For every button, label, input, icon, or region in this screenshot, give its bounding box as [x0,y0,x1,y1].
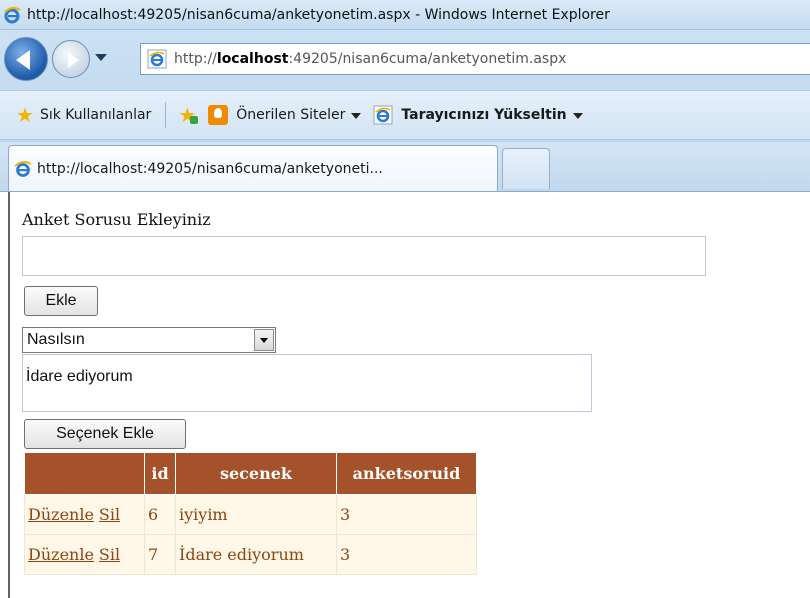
forward-arrow-icon[interactable] [52,40,90,78]
cell-secenek: İdare ediyorum [175,534,337,575]
page-viewport: Anket Sorusu Ekleyiniz Ekle Nasılsın İda… [8,192,810,598]
recent-pages-dropdown-icon[interactable] [95,54,107,61]
cell-secenek: iyiyim [175,494,337,535]
ie-page-icon [147,49,167,69]
favorites-star-icon: ★ [16,103,34,127]
option-input[interactable]: İdare ediyorum [22,354,592,412]
toolbar-divider [165,102,167,128]
cell-anketsoruid: 3 [336,494,477,535]
question-label: Anket Sorusu Ekleyiniz [22,210,211,229]
row-actions: Düzenle Sil [24,534,145,575]
grid-header-row: id secenek anketsoruid [24,452,477,495]
table-row: Düzenle Sil 6 iyiyim 3 [24,494,477,535]
cell-id: 7 [144,534,176,575]
favorites-button[interactable]: ★ Sık Kullanılanlar [0,105,151,125]
grid-header-id: id [144,452,176,495]
ie-page-icon [13,159,33,179]
edit-link[interactable]: Düzenle [28,545,94,564]
delete-link[interactable]: Sil [99,545,120,564]
title-bar: http://localhost:49205/nisan6cuma/ankety… [0,0,810,30]
navigation-bar: http://localhost:49205/nisan6cuma/ankety… [0,32,810,86]
ie-page-icon [373,105,393,125]
grid-header-secenek: secenek [175,452,337,495]
back-arrow-icon[interactable] [4,37,48,81]
options-grid: id secenek anketsoruid Düzenle Sil 6 iyiy… [24,452,477,575]
edit-link[interactable]: Düzenle [28,505,94,524]
question-select[interactable]: Nasılsın [22,327,276,353]
suggested-sites-icon [208,105,229,125]
add-question-button[interactable]: Ekle [24,286,98,316]
tab-bar: http://localhost:49205/nisan6cuma/ankety… [0,142,810,192]
upgrade-browser-link[interactable]: Tarayıcınızı Yükseltin [361,105,583,125]
grid-header-anketsoruid: anketsoruid [336,452,477,495]
browser-chrome: http://localhost:49205/nisan6cuma/ankety… [0,0,810,192]
cell-id: 6 [144,494,176,535]
window-title: http://localhost:49205/nisan6cuma/ankety… [27,6,610,23]
delete-link[interactable]: Sil [99,505,120,524]
tab-anketyonetim[interactable]: http://localhost:49205/nisan6cuma/ankety… [8,145,498,191]
chevron-down-icon [351,113,362,119]
add-option-button[interactable]: Seçenek Ekle [24,419,186,449]
row-actions: Düzenle Sil [24,494,145,535]
chevron-down-icon [572,113,583,119]
table-row: Düzenle Sil 7 İdare ediyorum 3 [24,534,477,575]
question-input[interactable] [22,236,706,276]
cell-anketsoruid: 3 [336,534,477,575]
address-bar[interactable]: http://localhost:49205/nisan6cuma/ankety… [140,43,810,75]
add-favorite-icon[interactable]: ★ [178,105,199,125]
address-url[interactable]: http://localhost:49205/nisan6cuma/ankety… [174,51,566,67]
favorites-bar: ★ Sık Kullanılanlar ★ Önerilen Siteler T… [0,90,810,140]
new-tab-button[interactable] [502,148,550,189]
selected-question: Nasılsın [27,331,85,348]
suggested-sites-link[interactable]: Önerilen Siteler [202,105,362,125]
tab-label: http://localhost:49205/nisan6cuma/ankety… [37,160,383,177]
ie-logo-icon [3,6,21,24]
dropdown-arrow-icon[interactable] [254,329,274,351]
grid-header-actions [24,452,145,495]
